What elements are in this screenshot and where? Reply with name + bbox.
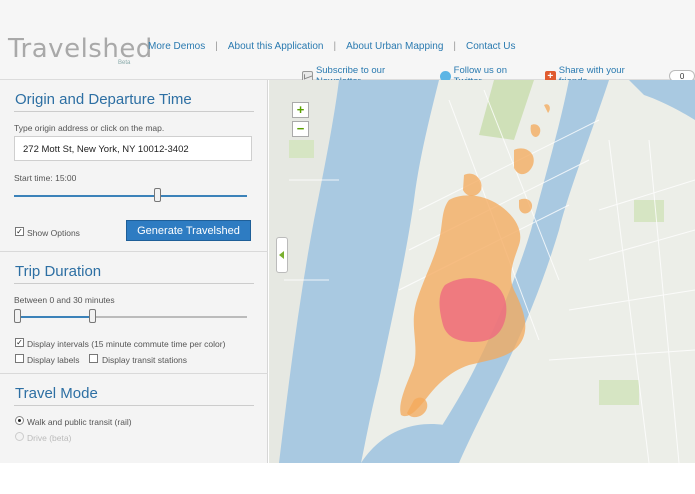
origin-title: Origin and Departure Time	[15, 91, 192, 108]
collapse-panel-tab[interactable]	[276, 237, 288, 273]
display-transit-label: Display transit stations	[102, 355, 188, 365]
zoom-out-button[interactable]: −	[292, 121, 309, 137]
nav-separator: |	[333, 41, 337, 52]
mode-drive-label: Drive (beta)	[27, 433, 72, 443]
show-options-checkbox[interactable]: ✓	[15, 227, 24, 236]
divider	[14, 405, 254, 406]
travelshed-inner-zone	[439, 278, 507, 342]
top-nav: More Demos | About this Application | Ab…	[148, 41, 515, 52]
nav-about-application[interactable]: About this Application	[228, 41, 324, 52]
header: Travelshed Beta More Demos | About this …	[0, 0, 695, 87]
nav-more-demos[interactable]: More Demos	[148, 41, 205, 52]
mode-transit-radio[interactable]	[15, 416, 24, 425]
beta-badge: Beta	[118, 60, 131, 66]
mode-transit-label: Walk and public transit (rail)	[27, 417, 132, 427]
app-logo[interactable]: Travelshed	[8, 34, 153, 64]
map-view[interactable]: + −	[269, 80, 695, 463]
mode-drive-radio[interactable]	[15, 432, 24, 441]
duration-slider-fill	[17, 316, 93, 318]
display-labels-label: Display labels	[27, 355, 80, 365]
trip-duration-title: Trip Duration	[15, 263, 102, 280]
start-time-slider-handle[interactable]	[154, 188, 162, 202]
origin-hint: Type origin address or click on the map.	[14, 123, 165, 133]
start-time-slider-track[interactable]	[14, 195, 247, 197]
map-canvas[interactable]	[269, 80, 695, 463]
sidebar: Origin and Departure Time Type origin ad…	[0, 80, 268, 463]
park-area	[599, 380, 639, 405]
travel-mode-title: Travel Mode	[15, 385, 98, 402]
duration-range-label: Between 0 and 30 minutes	[14, 295, 115, 305]
nav-about-urban-mapping[interactable]: About Urban Mapping	[346, 41, 443, 52]
display-transit-checkbox[interactable]	[89, 354, 98, 363]
duration-max-handle[interactable]	[88, 309, 96, 323]
travel-mode-section: Travel Mode Walk and public transit (rai…	[0, 374, 268, 463]
show-options-label: Show Options	[27, 228, 80, 238]
origin-address-input[interactable]: 272 Mott St, New York, NY 10012-3402	[14, 136, 252, 161]
park-area	[634, 200, 664, 222]
park-area	[289, 140, 314, 158]
divider	[14, 111, 254, 112]
divider	[14, 283, 254, 284]
trip-duration-section: Trip Duration Between 0 and 30 minutes ✓…	[0, 252, 268, 374]
nav-contact-us[interactable]: Contact Us	[466, 41, 515, 52]
duration-min-handle[interactable]	[14, 309, 21, 323]
zoom-in-button[interactable]: +	[292, 102, 309, 118]
origin-section: Origin and Departure Time Type origin ad…	[0, 80, 268, 252]
start-time-label: Start time: 15:00	[14, 173, 77, 183]
display-labels-checkbox[interactable]	[15, 354, 24, 363]
page-footer	[0, 463, 695, 494]
display-intervals-checkbox[interactable]: ✓	[15, 338, 24, 347]
display-intervals-label: Display intervals (15 minute commute tim…	[27, 339, 226, 349]
nav-separator: |	[215, 41, 218, 52]
nav-separator: |	[453, 41, 456, 52]
generate-travelshed-button[interactable]: Generate Travelshed	[126, 220, 251, 241]
